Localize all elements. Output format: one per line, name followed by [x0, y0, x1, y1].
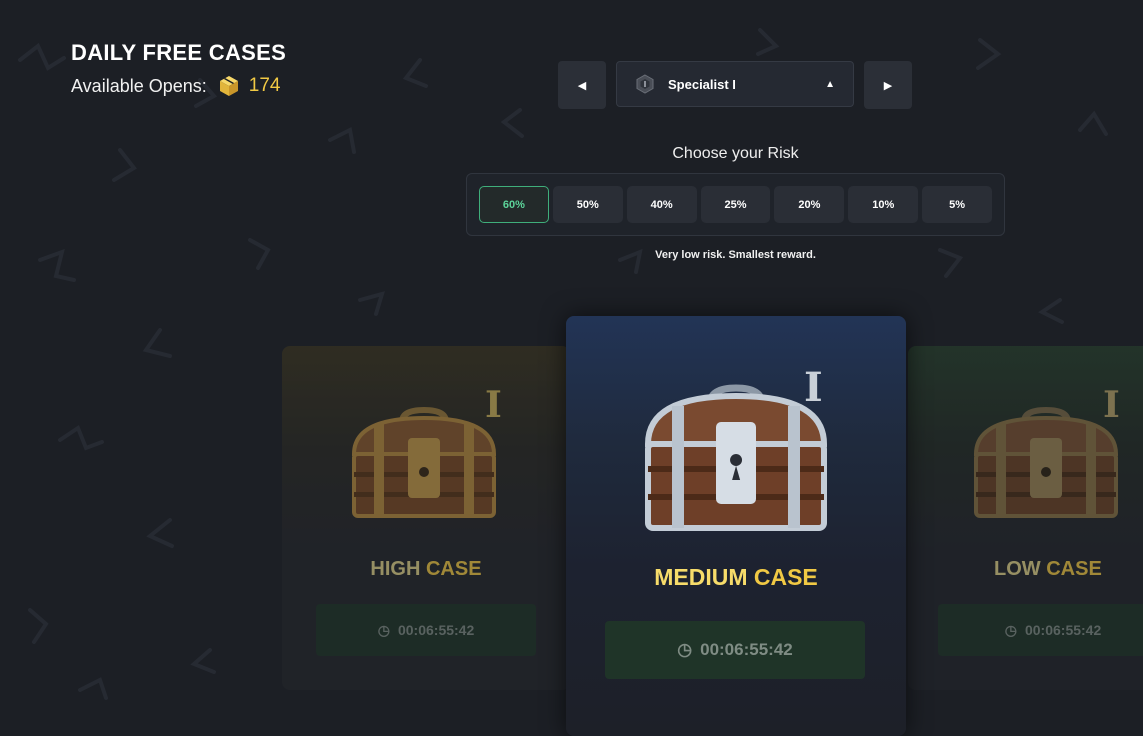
- risk-description: Very low risk. Smallest reward.: [655, 249, 816, 261]
- high-case-name: HIGH CASE: [370, 558, 482, 580]
- risk-option-50[interactable]: 50%: [552, 186, 623, 223]
- clock-icon: ◷: [677, 640, 693, 659]
- available-opens-count: 174: [248, 75, 281, 96]
- chest-icon: [351, 406, 497, 518]
- caret-up-icon: ▲: [825, 78, 835, 90]
- medium-case-name: MEDIUM CASE: [654, 564, 818, 590]
- tier-label: I: [1103, 384, 1120, 426]
- tier-label: I: [485, 384, 502, 426]
- high-case-card[interactable]: I HIGH CASE ◷ 00:06:55:42: [282, 346, 570, 690]
- clock-icon: ◷: [1004, 621, 1017, 638]
- risk-options: 60% 50% 40% 25% 20% 10% 5%: [466, 173, 1005, 236]
- page-title: DAILY FREE CASES: [71, 40, 287, 65]
- risk-option-40[interactable]: 40%: [626, 186, 697, 223]
- triangle-left-icon: ◀: [577, 79, 587, 92]
- header: DAILY FREE CASES Available Opens: 174: [71, 40, 286, 98]
- triangle-right-icon: ▶: [883, 79, 893, 92]
- available-opens: Available Opens: 174: [71, 74, 286, 98]
- low-case-card[interactable]: I LOW CASE ◷ 00:06:55:42: [908, 346, 1143, 690]
- available-opens-label: Available Opens:: [71, 75, 207, 96]
- rank-prev-button[interactable]: ◀: [558, 61, 606, 109]
- tier-label: I: [804, 364, 823, 411]
- rank-badge-icon: [636, 74, 654, 94]
- risk-option-20[interactable]: 20%: [774, 186, 845, 223]
- medium-case-card[interactable]: I MEDIUM CASE ◷ 00:06:55:42: [566, 316, 906, 736]
- risk-option-60[interactable]: 60%: [479, 186, 549, 223]
- low-case-name: LOW CASE: [994, 558, 1102, 580]
- rank-next-button[interactable]: ▶: [864, 61, 912, 109]
- risk-title: Choose your Risk: [672, 145, 799, 162]
- high-case-timer: ◷ 00:06:55:42: [316, 604, 536, 656]
- chest-icon: [973, 406, 1119, 518]
- rank-selector: ◀ Specialist I ▲ ▶: [558, 61, 912, 109]
- risk-option-25[interactable]: 25%: [700, 186, 771, 223]
- risk-option-10[interactable]: 10%: [848, 186, 919, 223]
- clock-icon: ◷: [377, 621, 390, 638]
- rank-label: Specialist I: [668, 76, 736, 92]
- low-case-timer: ◷ 00:06:55:42: [938, 604, 1143, 656]
- box-icon: [219, 76, 238, 96]
- risk-option-5[interactable]: 5%: [922, 186, 993, 223]
- medium-case-timer: ◷ 00:06:55:42: [605, 621, 865, 679]
- rank-dropdown[interactable]: Specialist I ▲: [616, 61, 854, 107]
